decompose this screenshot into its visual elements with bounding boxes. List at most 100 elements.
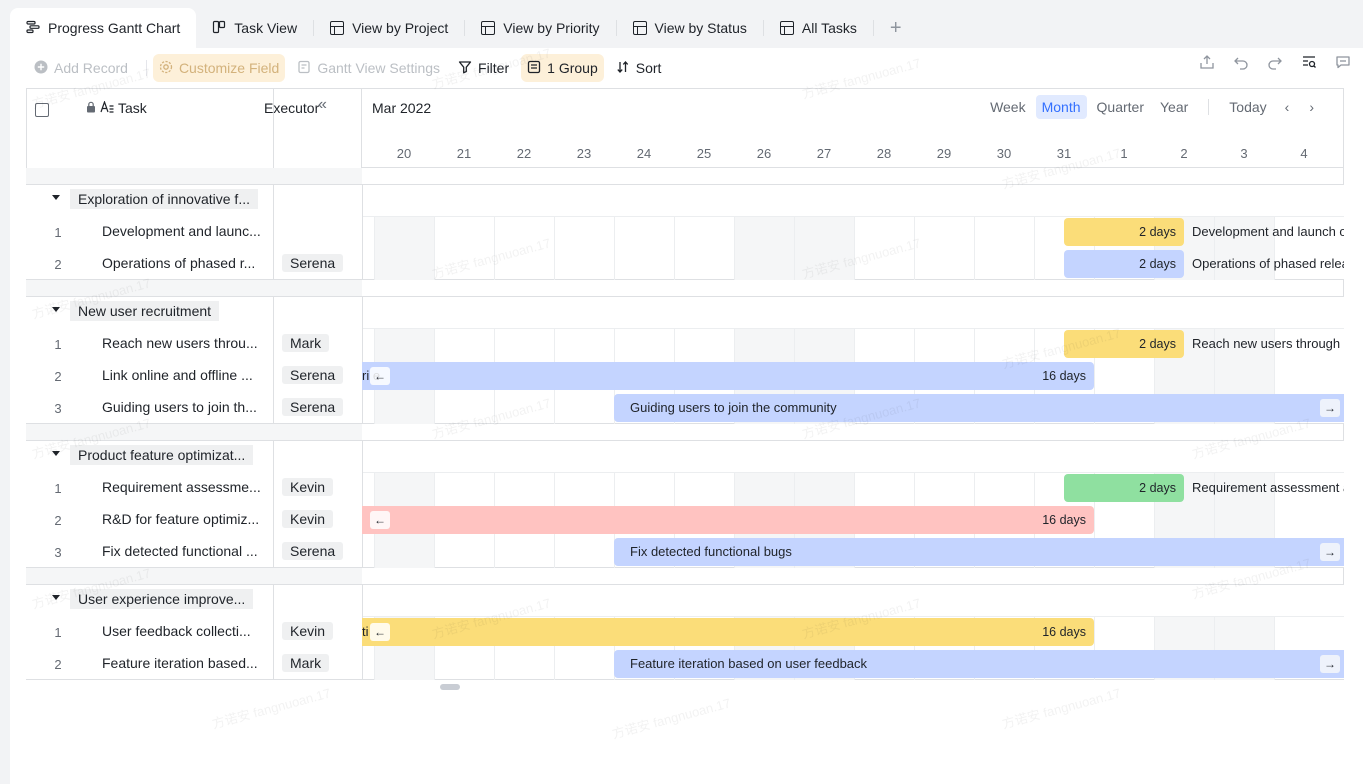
tab-label: Progress Gantt Chart xyxy=(48,20,181,36)
task-bar[interactable]: 2 days xyxy=(1064,250,1184,278)
group-header-row[interactable]: Exploration of innovative f... xyxy=(26,184,362,216)
task-cell[interactable]: R&D for feature optimiz... xyxy=(102,511,268,527)
executor-badge[interactable]: Kevin xyxy=(282,478,334,496)
sort-button[interactable]: Sort xyxy=(610,54,668,82)
day-label: 3 xyxy=(1240,146,1248,161)
arrow-left-icon[interactable]: ← xyxy=(370,623,390,641)
select-all-checkbox[interactable] xyxy=(35,103,49,117)
table-gantt-divider xyxy=(362,296,363,424)
caret-down-icon[interactable] xyxy=(52,451,60,456)
task-cell[interactable]: Feature iteration based... xyxy=(102,655,268,671)
executor-badge[interactable]: Serena xyxy=(282,398,344,416)
table-gantt-divider xyxy=(362,440,363,568)
watermark-text: 方诺安 fangnuoan.17 xyxy=(210,685,333,732)
executor-badge[interactable]: Mark xyxy=(282,654,330,672)
collapse-table-icon[interactable]: « xyxy=(318,96,327,114)
comment-icon[interactable] xyxy=(1335,54,1351,75)
tab-progress-gantt-chart[interactable]: Progress Gantt Chart xyxy=(10,8,197,48)
task-bar[interactable]: Feature iteration based on user feedback… xyxy=(614,650,1344,678)
chevron-left-icon[interactable]: ‹ xyxy=(1277,99,1298,115)
tab-all-tasks[interactable]: All Tasks xyxy=(764,8,873,48)
executor-badge[interactable]: Kevin xyxy=(282,510,334,528)
search-list-icon[interactable] xyxy=(1301,54,1317,75)
arrow-right-icon[interactable]: → xyxy=(1320,543,1340,561)
day-gridline xyxy=(494,216,495,280)
gantt-view-settings-button[interactable]: Gantt View Settings xyxy=(291,54,446,82)
group-button[interactable]: 1 Group xyxy=(521,54,604,82)
month-label: Mar 2022 xyxy=(372,100,432,116)
add-view-icon[interactable]: + xyxy=(874,17,918,40)
tab-view-by-status[interactable]: View by Status xyxy=(617,8,763,48)
task-cell[interactable]: Fix detected functional ... xyxy=(102,543,268,559)
task-cell[interactable]: Reach new users throu... xyxy=(102,335,268,351)
task-bar[interactable]: 16 days ← xyxy=(362,506,1094,534)
scale-year-button[interactable]: Year xyxy=(1154,95,1194,119)
task-bar[interactable]: 16 daysri e← xyxy=(362,362,1094,390)
day-label: 2 xyxy=(1180,146,1188,161)
executor-badge[interactable]: Serena xyxy=(282,542,344,560)
task-bar[interactable]: 2 days xyxy=(1064,218,1184,246)
caret-down-icon[interactable] xyxy=(52,595,60,600)
task-cell[interactable]: Development and launc... xyxy=(102,223,268,239)
add-record-button[interactable]: Add Record xyxy=(28,54,134,82)
task-bar[interactable]: 2 days xyxy=(1064,474,1184,502)
task-cell[interactable]: Requirement assessme... xyxy=(102,479,268,495)
share-icon[interactable] xyxy=(1199,54,1215,75)
watermark-text: 方诺安 fangnuoan.17 xyxy=(1000,685,1123,732)
day-label: 31 xyxy=(1056,146,1072,161)
executor-column-header[interactable]: Executor xyxy=(264,100,319,116)
day-gridline xyxy=(614,216,615,280)
task-cell[interactable]: User feedback collecti... xyxy=(102,623,268,639)
scale-month-button[interactable]: Month xyxy=(1035,95,1087,119)
today-button[interactable]: Today xyxy=(1223,95,1272,119)
table-gantt-divider xyxy=(362,184,363,280)
task-bar[interactable]: 16 days ti ← xyxy=(362,618,1094,646)
customize-field-button[interactable]: Customize Field xyxy=(152,54,286,82)
executor-badge[interactable]: Serena xyxy=(282,366,344,384)
caret-down-icon[interactable] xyxy=(52,307,60,312)
group-header-row[interactable]: User experience improve... xyxy=(26,584,362,616)
arrow-left-icon[interactable]: ← xyxy=(370,511,390,529)
caret-down-icon[interactable] xyxy=(52,195,60,200)
tab-view-by-project[interactable]: View by Project xyxy=(314,8,464,48)
executor-badge[interactable]: Serena xyxy=(282,254,344,272)
tab-label: All Tasks xyxy=(801,20,857,36)
filter-button[interactable]: Filter xyxy=(452,54,515,82)
row-number: 3 xyxy=(54,545,62,560)
arrow-left-icon[interactable]: ← xyxy=(370,367,390,385)
group-spacer xyxy=(26,280,362,296)
day-label: 29 xyxy=(936,146,952,161)
arrow-right-icon[interactable]: → xyxy=(1320,655,1340,673)
task-column-header[interactable]: Task xyxy=(86,100,147,116)
executor-badge[interactable]: Kevin xyxy=(282,622,334,640)
group-header-row[interactable]: New user recruitment xyxy=(26,296,362,328)
redo-icon[interactable] xyxy=(1267,54,1283,75)
day-label: 21 xyxy=(456,146,472,161)
group-title: User experience improve... xyxy=(70,589,254,609)
undo-icon[interactable] xyxy=(1233,54,1249,75)
task-cell[interactable]: Link online and offline ... xyxy=(102,367,268,383)
weekend-shade xyxy=(794,216,854,280)
plus-circle-icon xyxy=(34,60,48,77)
table-icon xyxy=(779,21,794,35)
horizontal-scrollbar[interactable] xyxy=(440,684,460,690)
tab-view-by-priority[interactable]: View by Priority xyxy=(465,8,615,48)
task-cell[interactable]: Guiding users to join th... xyxy=(102,399,268,415)
scale-week-button[interactable]: Week xyxy=(984,95,1032,119)
task-header-label: Task xyxy=(118,100,147,116)
task-cell[interactable]: Operations of phased r... xyxy=(102,255,268,271)
scale-quarter-button[interactable]: Quarter xyxy=(1091,95,1150,119)
day-label: 30 xyxy=(996,146,1012,161)
day-gridline xyxy=(434,216,435,280)
arrow-right-icon[interactable]: → xyxy=(1320,399,1340,417)
task-bar[interactable]: 2 days xyxy=(1064,330,1184,358)
bar-label: Guiding users to join the community xyxy=(630,400,837,415)
task-bar[interactable]: Guiding users to join the community → xyxy=(614,394,1344,422)
tab-task-view[interactable]: Task View xyxy=(196,8,313,48)
group-header-row[interactable]: Product feature optimizat... xyxy=(26,440,362,472)
chevron-right-icon[interactable]: › xyxy=(1301,99,1322,115)
row-number: 2 xyxy=(54,657,62,672)
toolbar: Add Record Customize Field Gantt View Se… xyxy=(10,48,1363,88)
task-bar[interactable]: Fix detected functional bugs → xyxy=(614,538,1344,566)
executor-badge[interactable]: Mark xyxy=(282,334,330,352)
